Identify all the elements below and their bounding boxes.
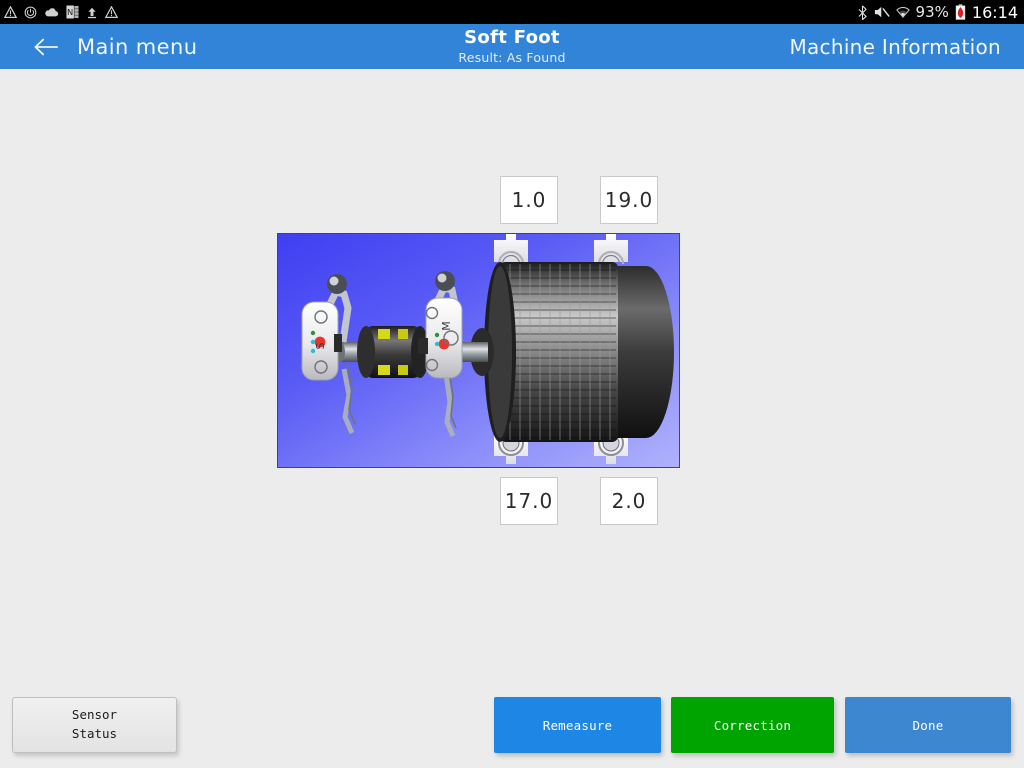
softfoot-value-bottom-right[interactable]: 2.0 <box>600 477 658 525</box>
warning-triangle-icon-2 <box>105 5 118 19</box>
svg-text:N: N <box>67 7 73 17</box>
warning-triangle-icon <box>4 5 17 19</box>
page-subtitle: Result: As Found <box>458 49 566 65</box>
status-bar-right-icons: 93% 16:14 <box>857 3 1018 22</box>
battery-low-icon <box>955 4 966 20</box>
mute-icon <box>874 5 890 19</box>
softfoot-value-top-left[interactable]: 1.0 <box>500 176 558 224</box>
cloud-icon <box>44 6 59 19</box>
back-arrow-icon[interactable] <box>33 36 59 58</box>
svg-text:M: M <box>440 321 453 331</box>
onenote-app-icon: N <box>66 5 79 19</box>
upload-arrow-icon <box>86 6 98 19</box>
app-root: N 93% 16:14 Main menu Soft Foot Result: … <box>0 0 1024 768</box>
machine-alignment-illustration: S M <box>277 233 680 468</box>
power-circle-icon <box>24 6 37 19</box>
softfoot-value-top-right[interactable]: 19.0 <box>600 176 658 224</box>
header-title-block: Soft Foot Result: As Found <box>330 26 694 65</box>
machine-information-label: Machine Information <box>789 34 1001 59</box>
battery-percent-label: 93% <box>915 3 949 21</box>
bluetooth-icon <box>857 4 868 20</box>
correction-button[interactable]: Correction <box>671 697 834 753</box>
done-button[interactable]: Done <box>845 697 1011 753</box>
page-title: Soft Foot <box>464 26 560 48</box>
android-status-bar: N 93% 16:14 <box>0 0 1024 24</box>
remeasure-button[interactable]: Remeasure <box>494 697 661 753</box>
app-header: Main menu Soft Foot Result: As Found Mac… <box>0 24 1024 69</box>
sensor-status-line2: Status <box>71 726 118 741</box>
sensor-status-line1: Sensor <box>71 707 118 723</box>
svg-text:S: S <box>314 342 327 349</box>
machine-information-button[interactable]: Machine Information <box>694 24 1024 69</box>
main-menu-label: Main menu <box>77 34 198 59</box>
clock-label: 16:14 <box>971 2 1018 22</box>
status-bar-left-icons: N <box>4 5 118 19</box>
softfoot-value-bottom-left[interactable]: 17.0 <box>500 477 558 525</box>
sensor-status-button[interactable]: Sensor Status <box>12 697 177 753</box>
back-to-main-menu-button[interactable]: Main menu <box>0 24 330 69</box>
wifi-icon <box>895 5 910 19</box>
main-content: 1.0 19.0 17.0 2.0 S M <box>0 69 1024 768</box>
